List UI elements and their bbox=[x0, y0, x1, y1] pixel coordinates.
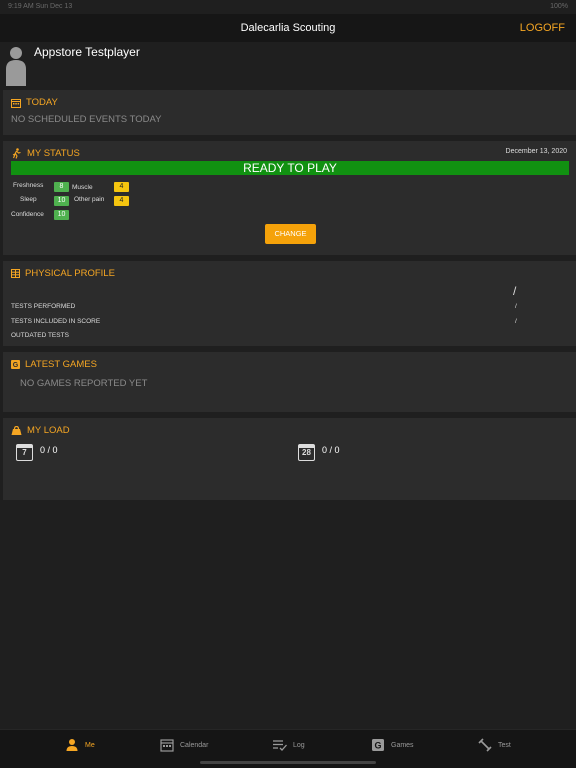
load-header: MY LOAD bbox=[11, 425, 70, 436]
nav-bar: Dalecarlia Scouting LOGOFF bbox=[0, 14, 576, 42]
calendar-icon bbox=[160, 739, 174, 752]
freshness-label: Freshness bbox=[13, 182, 44, 189]
games-empty-text: NO GAMES REPORTED YET bbox=[20, 378, 148, 389]
runner-icon bbox=[12, 148, 21, 159]
home-indicator[interactable] bbox=[200, 761, 376, 764]
battery-level: 100% bbox=[550, 3, 568, 10]
outdated-tests-label: OUTDATED TESTS bbox=[11, 332, 69, 339]
today-header: TODAY bbox=[11, 97, 58, 108]
sleep-label: Sleep bbox=[20, 196, 37, 203]
svg-text:G: G bbox=[13, 362, 19, 369]
ready-to-play-banner: READY TO PLAY bbox=[11, 161, 569, 175]
player-header: Appstore Testplayer bbox=[0, 42, 576, 88]
status-time: 9:19 AM Sun Dec 13 bbox=[8, 3, 73, 10]
my-load-card: MY LOAD 7 0 / 0 28 0 / 0 bbox=[3, 418, 576, 500]
test-icon bbox=[478, 738, 492, 752]
sleep-value: 10 bbox=[54, 196, 69, 206]
other-pain-value: 4 bbox=[114, 196, 129, 206]
tab-me-label: Me bbox=[85, 741, 95, 749]
avatar-silhouette-icon bbox=[6, 47, 26, 86]
other-pain-label: Other pain bbox=[74, 196, 105, 203]
games-icon: G bbox=[372, 739, 384, 751]
confidence-label: Confidence bbox=[11, 211, 44, 218]
tests-performed-value: / bbox=[515, 303, 517, 310]
physical-profile-card: PHYSICAL PROFILE / TESTS PERFORMED / TES… bbox=[3, 261, 576, 346]
load-7-value: 0 / 0 bbox=[40, 445, 58, 455]
calendar-icon bbox=[11, 98, 21, 108]
tab-calendar-label: Calendar bbox=[180, 741, 209, 749]
logoff-button[interactable]: LOGOFF bbox=[520, 22, 565, 34]
person-icon bbox=[66, 739, 78, 751]
muscle-value: 4 bbox=[114, 182, 129, 192]
physical-summary: / bbox=[513, 284, 517, 298]
latest-games-card: G LATEST GAMES NO GAMES REPORTED YET bbox=[3, 352, 576, 412]
tab-test[interactable]: Test bbox=[478, 738, 511, 752]
today-title: TODAY bbox=[26, 97, 58, 108]
today-card: TODAY NO SCHEDULED EVENTS TODAY bbox=[3, 90, 576, 135]
games-title: LATEST GAMES bbox=[25, 359, 97, 370]
load-28-value: 0 / 0 bbox=[322, 445, 340, 455]
status-title: MY STATUS bbox=[27, 148, 80, 159]
tab-bar: Me Calendar Log G Games Test bbox=[0, 729, 576, 768]
today-empty-text: NO SCHEDULED EVENTS TODAY bbox=[11, 114, 162, 125]
freshness-value: 8 bbox=[54, 182, 69, 192]
player-name: Appstore Testplayer bbox=[34, 45, 140, 59]
app-title: Dalecarlia Scouting bbox=[240, 22, 336, 34]
tab-games[interactable]: G Games bbox=[371, 738, 414, 752]
load-title: MY LOAD bbox=[27, 425, 70, 436]
status-header: MY STATUS bbox=[11, 148, 80, 159]
tab-log[interactable]: Log bbox=[273, 738, 305, 752]
muscle-label: Muscle bbox=[72, 184, 93, 191]
tab-test-label: Test bbox=[498, 741, 511, 749]
tests-performed-label: TESTS PERFORMED bbox=[11, 303, 76, 310]
games-header: G LATEST GAMES bbox=[11, 359, 97, 370]
physical-header: PHYSICAL PROFILE bbox=[11, 268, 115, 279]
tab-me[interactable]: Me bbox=[65, 738, 95, 752]
tab-games-label: Games bbox=[391, 741, 414, 749]
change-status-button[interactable]: CHANGE bbox=[265, 224, 316, 244]
physical-title: PHYSICAL PROFILE bbox=[25, 268, 115, 279]
load-7-day: 7 0 / 0 bbox=[16, 442, 58, 461]
svg-text:G: G bbox=[374, 741, 381, 751]
weight-icon bbox=[11, 426, 22, 435]
tests-included-value: / bbox=[515, 318, 517, 325]
games-icon: G bbox=[11, 360, 20, 369]
calendar-28-icon: 28 bbox=[298, 444, 315, 461]
calendar-7-icon: 7 bbox=[16, 444, 33, 461]
status-card: MY STATUS December 13, 2020 READY TO PLA… bbox=[3, 141, 576, 255]
system-status-bar: 9:19 AM Sun Dec 13 100% bbox=[0, 0, 576, 14]
log-icon bbox=[273, 740, 287, 751]
grid-icon bbox=[11, 269, 20, 278]
status-date: December 13, 2020 bbox=[505, 148, 567, 155]
confidence-value: 10 bbox=[54, 210, 69, 220]
tests-included-label: TESTS INCLUDED IN SCORE bbox=[11, 318, 101, 325]
tab-calendar[interactable]: Calendar bbox=[160, 738, 208, 752]
load-28-day: 28 0 / 0 bbox=[298, 442, 340, 461]
tab-log-label: Log bbox=[293, 741, 305, 749]
